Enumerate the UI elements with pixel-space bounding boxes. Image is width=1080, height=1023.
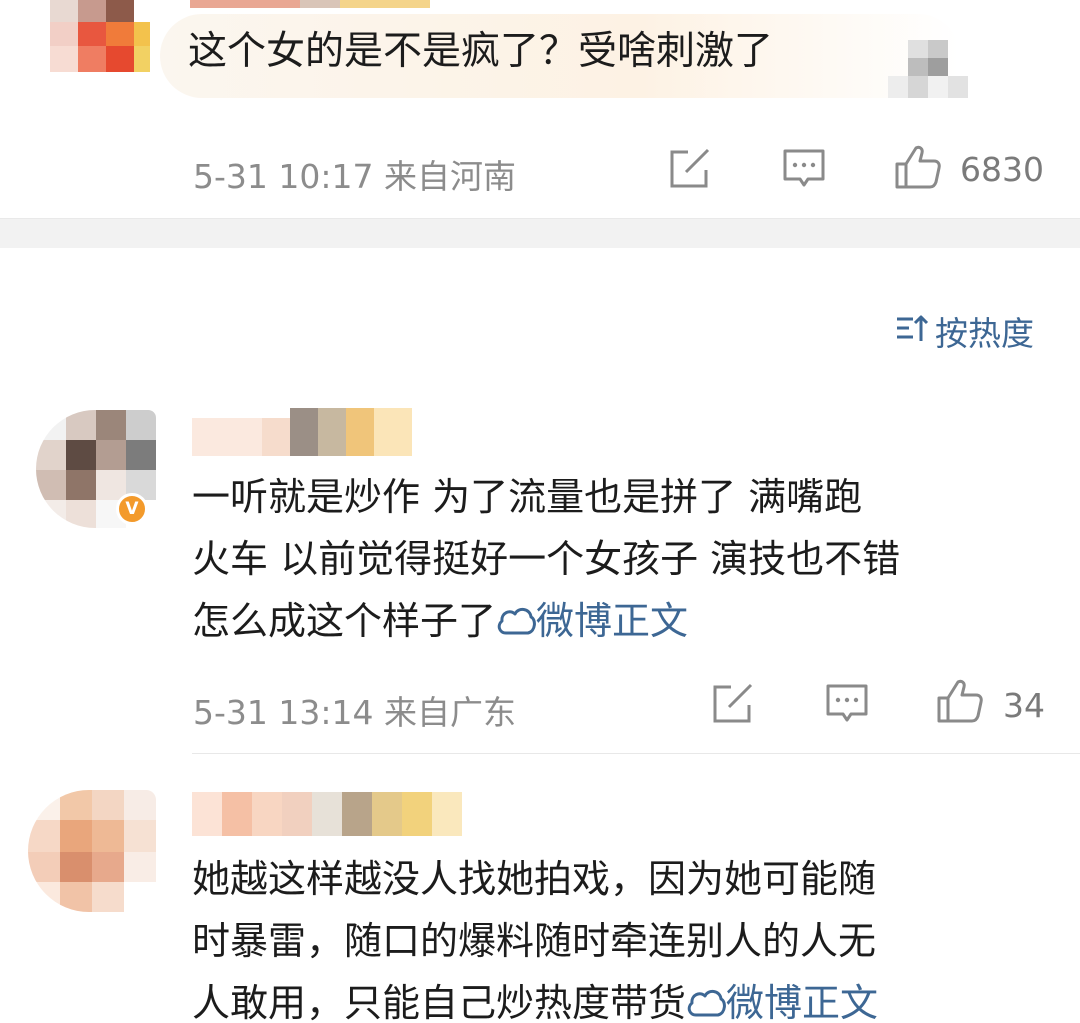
weibo-link-icon [686,975,726,1023]
comment-time: 5-31 13:14 [193,693,374,732]
share-icon[interactable] [668,148,712,194]
like-count: 34 [1003,686,1045,725]
sort-label: 按热度 [935,314,1034,353]
comment-text: 这个女的是不是疯了？受啥刺激了 [188,29,774,74]
sort-by-hot-button[interactable]: 按热度 [895,307,1034,355]
comment-location: 来自广东 [384,693,516,732]
avatar[interactable] [38,0,150,80]
weibo-link-icon [496,593,536,655]
username-blurred[interactable] [192,792,462,836]
comment-text: 她越这样越没人找她拍戏，因为她可能随 时暴雷，随口的爆料随时牵连别人的人无 人敢… [192,848,878,1023]
username-blurred[interactable] [190,0,430,8]
comment-meta: 5-31 13:14 来自广东 [193,686,516,734]
comment-icon[interactable] [782,148,826,194]
avatar[interactable] [28,790,156,912]
comment-icon[interactable] [825,683,869,729]
share-icon[interactable] [711,683,755,729]
like-icon[interactable] [936,678,984,728]
weibo-post-link[interactable]: 微博正文 [686,981,878,1023]
comment-meta: 5-31 10:17 来自河南 [193,150,516,198]
section-divider [0,218,1080,248]
like-icon[interactable] [894,144,942,194]
username-blurred[interactable] [192,408,412,456]
verified-badge-icon: V [116,493,148,525]
comment-separator [192,753,1080,754]
comment-item: 这个女的是不是疯了？受啥刺激了 5-31 10:17 来自河南 6830 [0,0,1080,218]
comment-time: 5-31 10:17 [193,157,374,196]
like-count: 6830 [960,150,1044,189]
comment-text: 一听就是炒作 为了流量也是拼了 满嘴跑 火车 以前觉得挺好一个女孩子 演技也不错… [192,466,900,655]
sort-icon [895,312,929,351]
weibo-post-link[interactable]: 微博正文 [496,599,688,643]
comment-location: 来自河南 [384,157,516,196]
sticker-image [888,40,968,110]
